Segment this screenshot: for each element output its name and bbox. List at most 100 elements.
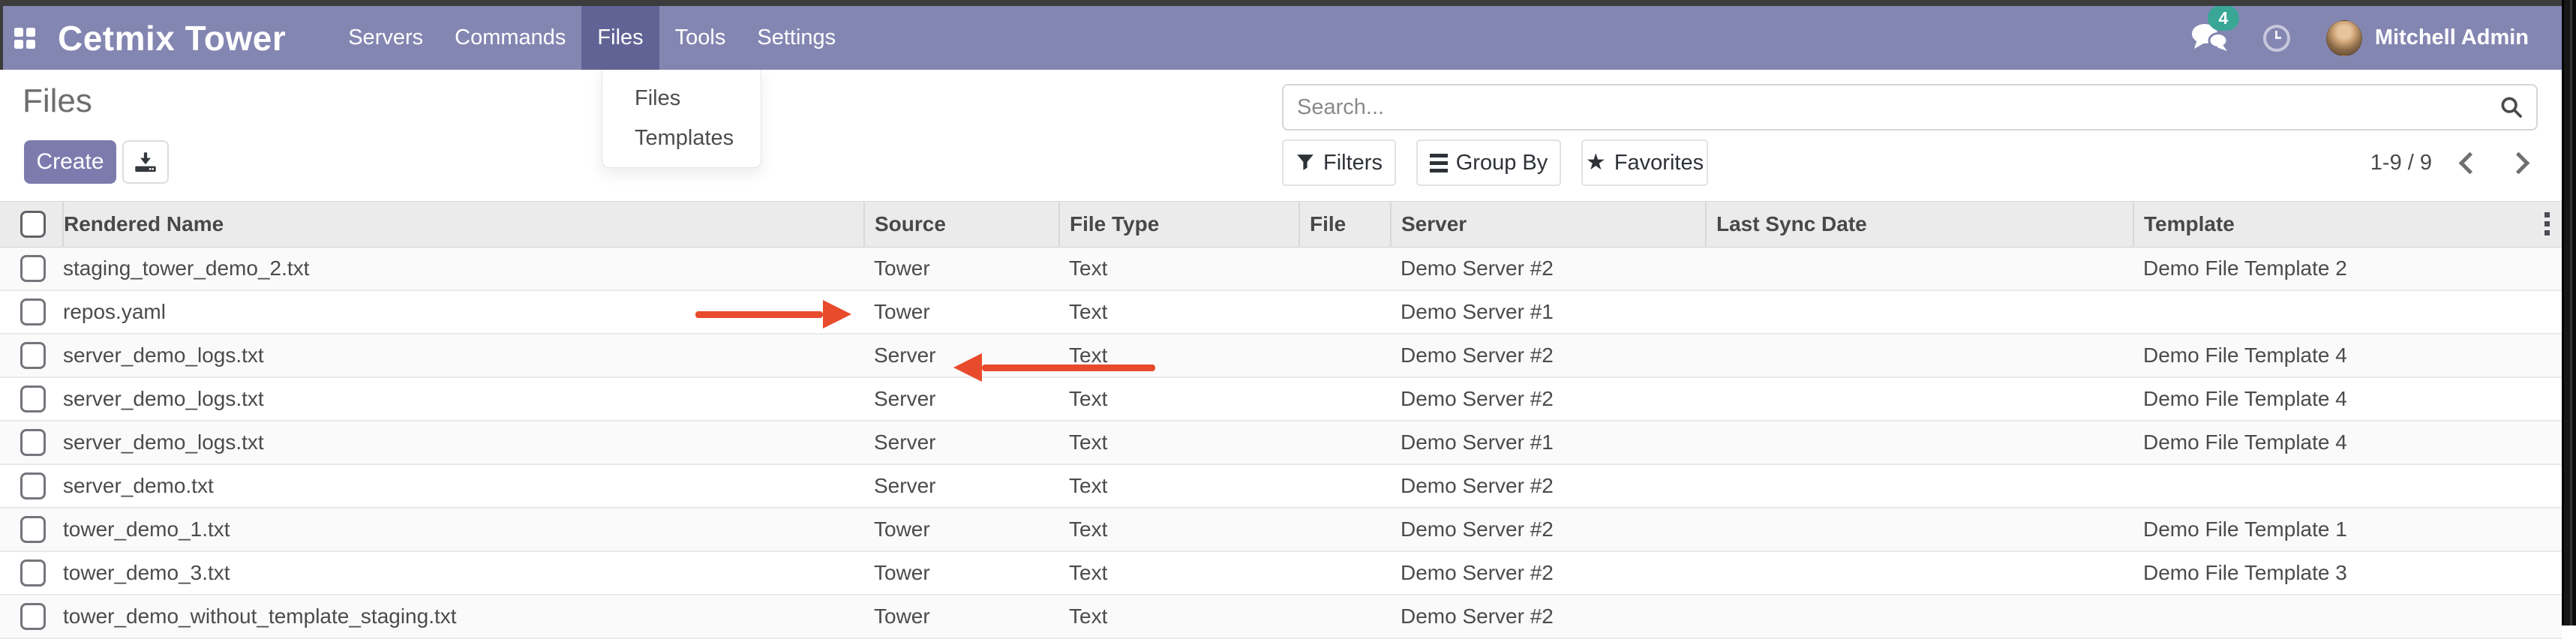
row-checkbox[interactable] xyxy=(20,516,46,543)
cell-template: Demo File Template 2 xyxy=(2133,248,2562,291)
cell-template: Demo File Template 3 xyxy=(2133,551,2562,595)
user-avatar[interactable] xyxy=(2326,20,2362,56)
cell-rendered_name: tower_demo_1.txt xyxy=(63,508,864,551)
pager-range: 1-9 / 9 xyxy=(2370,151,2432,176)
dropdown-item-files[interactable]: Files xyxy=(602,79,761,118)
cell-source: Tower xyxy=(864,595,1059,638)
cell-server: Demo Server #2 xyxy=(1391,377,1706,421)
cell-template: Demo File Template 4 xyxy=(2133,377,2562,421)
cell-rendered_name: tower_demo_3.txt xyxy=(63,551,864,595)
star-icon: ★ xyxy=(1586,152,1606,174)
cell-source: Server xyxy=(864,464,1059,508)
table-row[interactable]: server_demo_logs.txtServerTextDemo Serve… xyxy=(0,334,2562,377)
table-row[interactable]: repos.yamlTowerTextDemo Server #1 xyxy=(0,290,2562,334)
activities-clock-icon[interactable] xyxy=(2263,25,2290,52)
cell-file xyxy=(1299,421,1391,464)
nav-item-servers[interactable]: Servers xyxy=(332,6,439,70)
nav-item-tools[interactable]: Tools xyxy=(659,6,742,70)
cell-file_type: Text xyxy=(1059,551,1299,595)
table-row[interactable]: tower_demo_1.txtTowerTextDemo Server #2D… xyxy=(0,508,2562,551)
column-header-server[interactable]: Server xyxy=(1391,202,1706,248)
messages-button[interactable]: 4 xyxy=(2188,19,2233,57)
dropdown-item-templates[interactable]: Templates xyxy=(602,118,761,158)
pager-previous-icon[interactable] xyxy=(2459,152,2481,174)
column-header-last-sync-date[interactable]: Last Sync Date xyxy=(1706,202,2133,248)
cell-file xyxy=(1299,595,1391,638)
app-brand[interactable]: Cetmix Tower xyxy=(58,18,286,58)
cell-file xyxy=(1299,248,1391,291)
cell-server: Demo Server #1 xyxy=(1391,290,1706,334)
download-icon xyxy=(134,150,158,174)
export-download-button[interactable] xyxy=(122,140,169,184)
cell-file_type: Text xyxy=(1059,421,1299,464)
table-row[interactable]: server_demo_logs.txtServerTextDemo Serve… xyxy=(0,377,2562,421)
cell-file xyxy=(1299,508,1391,551)
row-checkbox[interactable] xyxy=(20,429,46,456)
search-icon[interactable] xyxy=(2499,94,2524,120)
nav-item-commands[interactable]: Commands xyxy=(439,6,581,70)
row-select-cell xyxy=(0,421,63,464)
table-row[interactable]: server_demo.txtServerTextDemo Server #2 xyxy=(0,464,2562,508)
user-menu[interactable]: Mitchell Admin xyxy=(2375,26,2529,50)
row-checkbox[interactable] xyxy=(20,255,46,282)
row-select-cell xyxy=(0,551,63,595)
cell-server: Demo Server #2 xyxy=(1391,595,1706,638)
row-checkbox[interactable] xyxy=(20,298,46,326)
table-header-row: Rendered NameSourceFile TypeFileServerLa… xyxy=(0,202,2562,248)
row-checkbox[interactable] xyxy=(20,603,46,630)
table-row[interactable]: staging_tower_demo_2.txtTowerTextDemo Se… xyxy=(0,248,2562,291)
cell-server: Demo Server #1 xyxy=(1391,421,1706,464)
column-header-file-type[interactable]: File Type xyxy=(1059,202,1299,248)
table-row[interactable]: tower_demo_without_template_staging.txtT… xyxy=(0,595,2562,638)
cell-rendered_name: server_demo_logs.txt xyxy=(63,334,864,377)
cell-file xyxy=(1299,377,1391,421)
window-top-edge xyxy=(0,0,2576,6)
cell-file xyxy=(1299,290,1391,334)
cell-file_type: Text xyxy=(1059,248,1299,291)
column-header-source[interactable]: Source xyxy=(864,202,1059,248)
cell-file_type: Text xyxy=(1059,377,1299,421)
navbar-right-cluster: 4 Mitchell Admin xyxy=(2188,6,2529,70)
row-select-cell xyxy=(0,464,63,508)
column-header-rendered-name[interactable]: Rendered Name xyxy=(63,202,864,248)
apps-menu-icon[interactable] xyxy=(14,28,35,49)
optional-columns-icon[interactable] xyxy=(2544,212,2550,236)
cell-last_sync_date xyxy=(1706,334,2133,377)
pager-next-icon[interactable] xyxy=(2508,152,2530,174)
nav-item-files[interactable]: Files xyxy=(581,6,659,70)
favorites-button[interactable]: ★ Favorites xyxy=(1581,140,1708,186)
cell-template: Demo File Template 4 xyxy=(2133,334,2562,377)
row-select-cell xyxy=(0,334,63,377)
cell-server: Demo Server #2 xyxy=(1391,464,1706,508)
cell-rendered_name: server_demo_logs.txt xyxy=(63,377,864,421)
table-row[interactable]: tower_demo_3.txtTowerTextDemo Server #2D… xyxy=(0,551,2562,595)
search-box xyxy=(1282,84,2538,130)
row-checkbox[interactable] xyxy=(20,342,46,369)
files-menu-dropdown: FilesTemplates xyxy=(602,70,761,168)
row-select-cell xyxy=(0,248,63,291)
file-table-body: staging_tower_demo_2.txtTowerTextDemo Se… xyxy=(0,248,2562,639)
row-checkbox[interactable] xyxy=(20,560,46,586)
column-header-file[interactable]: File xyxy=(1299,202,1391,248)
nav-item-settings[interactable]: Settings xyxy=(741,6,851,70)
cell-last_sync_date xyxy=(1706,508,2133,551)
annotation-arrow-right xyxy=(695,300,851,328)
filters-button[interactable]: Filters xyxy=(1282,140,1396,186)
row-checkbox[interactable] xyxy=(20,472,46,500)
column-header-template[interactable]: Template xyxy=(2133,202,2562,248)
row-checkbox[interactable] xyxy=(20,386,46,412)
cell-template: Demo File Template 1 xyxy=(2133,508,2562,551)
funnel-icon xyxy=(1296,153,1315,172)
create-button[interactable]: Create xyxy=(24,140,116,184)
search-input[interactable] xyxy=(1283,94,2499,121)
group-by-button[interactable]: Group By xyxy=(1416,140,1561,186)
cell-rendered_name: server_demo.txt xyxy=(63,464,864,508)
cell-file xyxy=(1299,551,1391,595)
row-select-cell xyxy=(0,290,63,334)
files-list-view: Rendered NameSourceFile TypeFileServerLa… xyxy=(0,201,2562,639)
table-row[interactable]: server_demo_logs.txtServerTextDemo Serve… xyxy=(0,421,2562,464)
cell-server: Demo Server #2 xyxy=(1391,248,1706,291)
annotation-arrow-left xyxy=(953,353,1155,382)
navbar-menu: ServersCommandsFilesToolsSettings xyxy=(332,6,851,70)
select-all-checkbox[interactable] xyxy=(20,211,46,238)
